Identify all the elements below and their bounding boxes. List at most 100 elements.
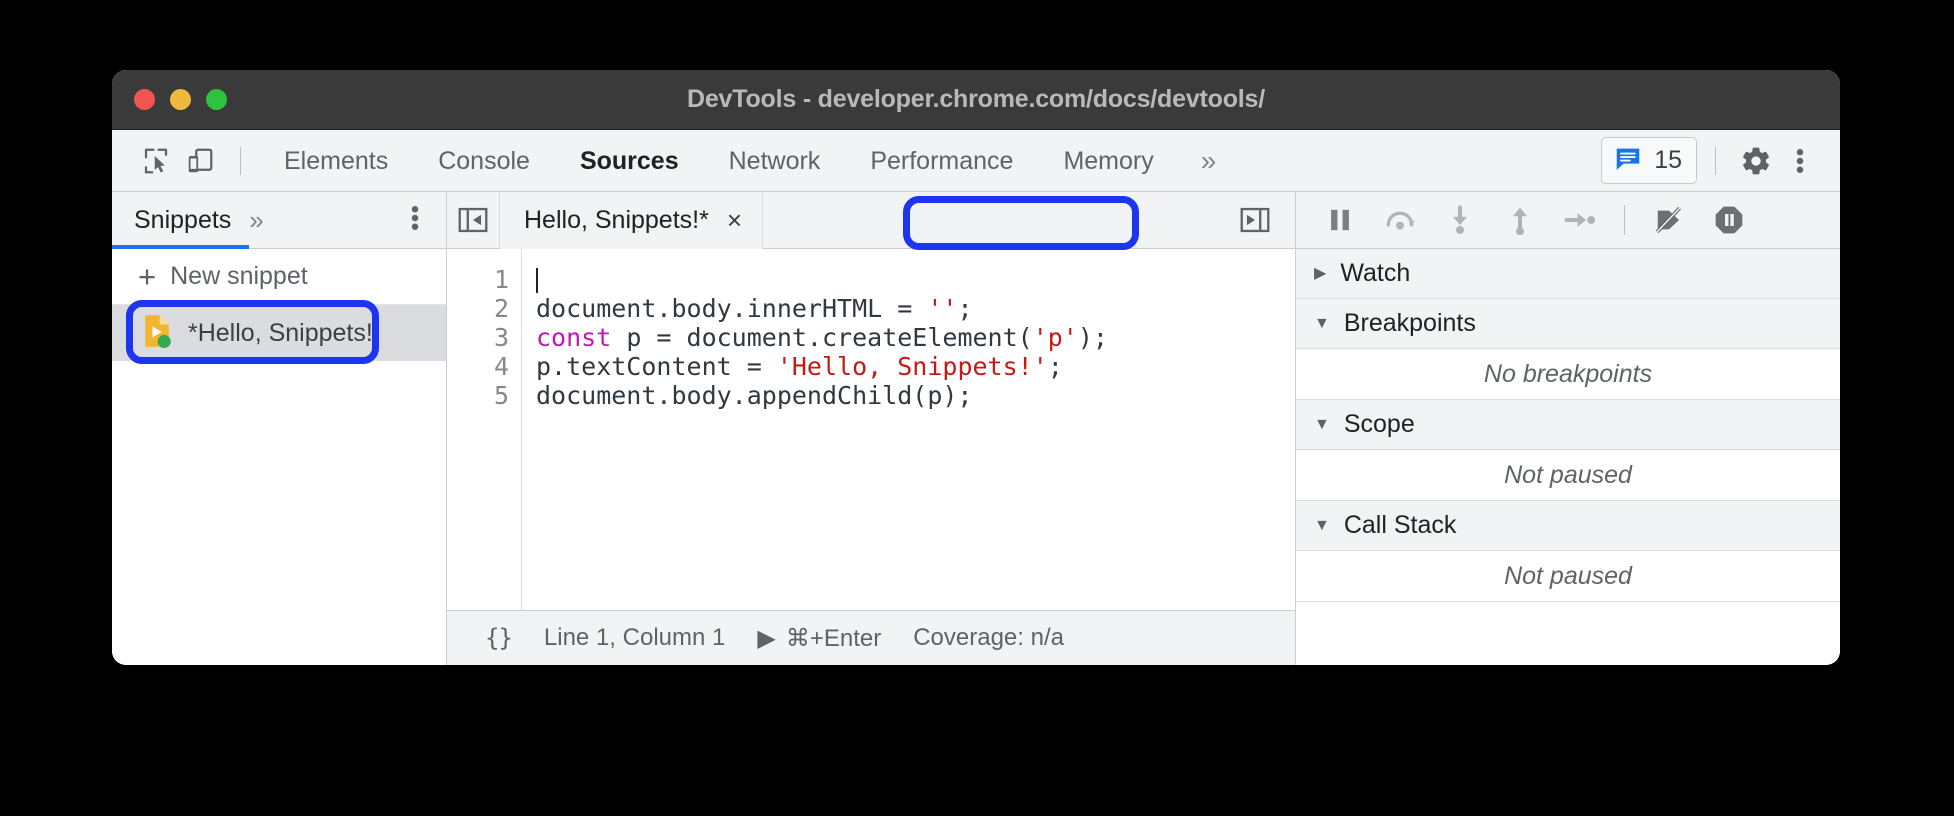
navigator-tab-snippets[interactable]: Snippets [112, 192, 250, 249]
code-token: p.textContent = [536, 352, 777, 381]
code-token: const [536, 323, 612, 352]
chevron-right-icon: ▶ [1314, 264, 1327, 282]
snippet-script-file-icon [142, 314, 172, 353]
code-token: '' [927, 294, 958, 323]
snippet-name: *Hello, Snippets! [188, 318, 373, 347]
debugger-toolbar-divider [1624, 205, 1625, 235]
deactivate-breakpoints-icon[interactable] [1641, 195, 1697, 245]
code-token: document.body.innerHTML = [536, 294, 928, 323]
editor-tab-title: Hello, Snippets!* [524, 205, 709, 234]
chevron-down-icon: ▼ [1314, 516, 1330, 534]
code-token: ); [1077, 323, 1108, 352]
editor-tabbar: Hello, Snippets!* × [447, 191, 1295, 250]
scope-empty-text: Not paused [1296, 450, 1840, 501]
tab-performance[interactable]: Performance [845, 130, 1038, 192]
editor-statusbar: {} Line 1, Column 1 ▶ ⌘+Enter Coverage: … [447, 610, 1295, 665]
debugger-toolbar [1296, 192, 1840, 249]
chevron-down-icon: ▼ [1314, 415, 1330, 433]
code-token: ; [1047, 352, 1063, 381]
code-line: p.textContent = 'Hello, Snippets!'; [536, 352, 1295, 381]
run-snippet-button[interactable]: ▶ ⌘+Enter [741, 624, 897, 653]
issues-counter-button[interactable]: 15 [1601, 137, 1697, 184]
tab-memory[interactable]: Memory [1038, 130, 1178, 192]
toolbar-divider-2 [1715, 146, 1716, 175]
code-line: document.body.appendChild(p); [536, 381, 1295, 410]
editor-pane: Hello, Snippets!* × 1 2 3 4 5 document.b… [447, 191, 1295, 665]
breakpoints-empty-text: No breakpoints [1296, 349, 1840, 400]
coverage-label: Coverage: n/a [913, 624, 1064, 651]
new-snippet-button[interactable]: + New snippet [112, 249, 446, 305]
chevron-down-icon: ▼ [1314, 314, 1330, 332]
pretty-print-button[interactable]: {} [469, 624, 528, 652]
issues-count: 15 [1654, 146, 1682, 174]
code-token: 'p' [1032, 323, 1078, 352]
snippet-list: *Hello, Snippets! [112, 300, 446, 367]
navigator-more-tabs-icon[interactable]: » [249, 205, 273, 236]
close-icon[interactable]: × [727, 207, 742, 233]
step-icon[interactable] [1552, 195, 1608, 245]
code-line: document.body.innerHTML = ''; [536, 294, 1295, 323]
inspect-cursor-icon[interactable] [134, 139, 178, 183]
pause-icon[interactable] [1312, 195, 1368, 245]
line-number: 3 [493, 323, 509, 352]
line-number: 2 [493, 294, 509, 323]
line-number: 1 [493, 265, 509, 294]
toolbar-divider [240, 146, 241, 175]
debugger-section-scope[interactable]: ▼ Scope [1296, 400, 1840, 450]
devtools-main-toolbar: Elements Console Sources Network Perform… [112, 130, 1840, 192]
editor-tab-hello-snippets[interactable]: Hello, Snippets!* × [499, 191, 764, 249]
text-caret [536, 268, 538, 293]
toolbar-right-group: 15 [1601, 137, 1822, 184]
run-shortcut-label: ⌘+Enter [785, 624, 882, 652]
vertical-dots-icon[interactable] [1778, 139, 1822, 183]
section-title: Scope [1343, 410, 1415, 438]
panel-tab-list: Elements Console Sources Network Perform… [259, 130, 1238, 192]
code-editor[interactable]: 1 2 3 4 5 document.body.innerHTML = ''; c… [447, 249, 1295, 610]
window-title: DevTools - developer.chrome.com/docs/dev… [687, 85, 1265, 113]
window-titlebar: DevTools - developer.chrome.com/docs/dev… [112, 70, 1840, 130]
show-navigator-panel-icon[interactable] [447, 207, 499, 233]
editor-tabbar-right-group [1229, 207, 1295, 233]
debugger-section-call-stack[interactable]: ▼ Call Stack [1296, 501, 1840, 551]
tab-console[interactable]: Console [413, 130, 555, 192]
tab-elements[interactable]: Elements [259, 130, 413, 192]
line-number: 4 [493, 352, 509, 381]
pause-on-exceptions-icon[interactable] [1701, 195, 1757, 245]
tab-network[interactable]: Network [704, 130, 846, 192]
code-token: document.body.appendChild(p); [536, 381, 973, 410]
section-title: Breakpoints [1343, 309, 1476, 337]
device-toolbar-icon[interactable] [178, 139, 222, 183]
code-token: p = document.createElement( [611, 323, 1033, 352]
code-line [536, 265, 1295, 294]
code-content[interactable]: document.body.innerHTML = ''; const p = d… [522, 249, 1295, 610]
code-line: const p = document.createElement('p'); [536, 323, 1295, 352]
code-token: ; [957, 294, 973, 323]
tab-sources[interactable]: Sources [555, 130, 704, 192]
more-tabs-icon[interactable]: » [1179, 146, 1239, 175]
show-debugger-panel-icon[interactable] [1229, 207, 1281, 233]
navigator-pane: Snippets » + New snippet *Hello, Snippet… [112, 192, 447, 665]
cursor-position-label: Line 1, Column 1 [543, 624, 726, 651]
debugger-section-watch[interactable]: ▶ Watch [1296, 249, 1840, 299]
sources-panel-body: Snippets » + New snippet *Hello, Snippet… [112, 191, 1840, 665]
call-stack-empty-text: Not paused [1296, 551, 1840, 602]
highlight-ring-editor-tab [903, 196, 1139, 250]
gear-icon[interactable] [1734, 139, 1778, 183]
debugger-section-breakpoints[interactable]: ▼ Breakpoints [1296, 299, 1840, 349]
code-token: 'Hello, Snippets!' [776, 352, 1048, 381]
step-over-icon[interactable] [1372, 195, 1428, 245]
section-title: Call Stack [1343, 511, 1457, 539]
debugger-sidebar: ▶ Watch ▼ Breakpoints No breakpoints ▼ S… [1295, 192, 1840, 665]
issues-message-icon [1613, 143, 1643, 178]
step-out-icon[interactable] [1492, 195, 1548, 245]
step-into-icon[interactable] [1432, 195, 1488, 245]
list-item[interactable]: *Hello, Snippets! [112, 305, 446, 361]
new-snippet-label: New snippet [170, 262, 308, 290]
devtools-window: DevTools - developer.chrome.com/docs/dev… [112, 70, 1840, 665]
navigator-menu-icon[interactable] [402, 203, 446, 238]
section-title: Watch [1340, 259, 1411, 287]
line-number-gutter: 1 2 3 4 5 [447, 249, 522, 610]
plus-icon: + [138, 259, 157, 294]
line-number: 5 [493, 381, 509, 410]
navigator-tabbar: Snippets » [112, 192, 446, 249]
